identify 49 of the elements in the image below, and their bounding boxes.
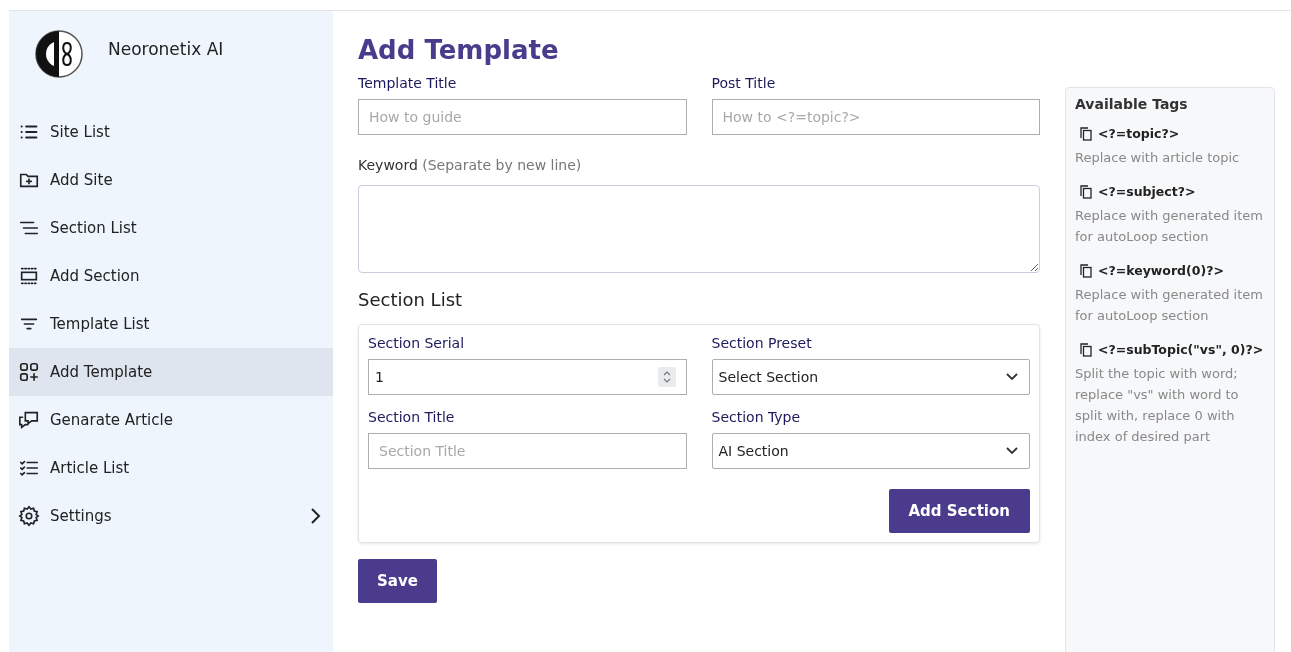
page-title: Add Template bbox=[358, 35, 560, 65]
field-label: Section Serial bbox=[368, 335, 466, 351]
field-label: Post Title bbox=[711, 75, 777, 91]
copy-icon[interactable] bbox=[1080, 184, 1092, 199]
field-hint: (Separate by new line) bbox=[422, 157, 582, 173]
number-field[interactable]: 1 bbox=[368, 359, 687, 395]
sidebar-item[interactable]: Template List bbox=[9, 300, 333, 348]
sidebar-item[interactable]: Settings bbox=[9, 492, 333, 540]
field-label: Section Type bbox=[711, 409, 802, 425]
save-button[interactable]: Save bbox=[358, 559, 437, 603]
sidebar-item[interactable]: Add Section bbox=[9, 252, 333, 300]
input-field[interactable]: How to <?=topic?> bbox=[711, 99, 1040, 135]
field-label: Template Title bbox=[358, 75, 458, 91]
tag-code: <?=keyword(0)?> bbox=[1098, 263, 1224, 278]
tag-code: <?=subject?> bbox=[1098, 184, 1196, 199]
add-section-button[interactable]: Add Section bbox=[888, 489, 1030, 533]
sidebar-item[interactable]: Add Site bbox=[9, 156, 333, 204]
spinner-icon bbox=[657, 367, 676, 387]
tag-description: Replace with generated item for autoLoop section bbox=[1075, 286, 1264, 325]
dotted-box-icon bbox=[18, 265, 40, 287]
tag-description: Replace with generated item for autoLoop section bbox=[1075, 207, 1264, 246]
field-label: Section Preset bbox=[711, 335, 813, 351]
tag-description: Replace with article topic bbox=[1075, 149, 1241, 167]
sidebar-item[interactable]: Add Template bbox=[9, 348, 333, 396]
section-heading: Section List bbox=[358, 289, 464, 310]
chevron-down-icon bbox=[1005, 446, 1019, 456]
grid-plus-icon bbox=[18, 361, 40, 383]
brand-name: Neoronetix AI bbox=[108, 39, 224, 59]
tag-code: <?=topic?> bbox=[1098, 126, 1180, 141]
panel-title: Available Tags bbox=[1075, 96, 1189, 112]
sidebar-item[interactable]: Section List bbox=[9, 204, 333, 252]
sidebar-item[interactable]: Article List bbox=[9, 444, 333, 492]
logo-icon bbox=[34, 29, 84, 79]
gear-icon bbox=[18, 505, 40, 527]
select-field[interactable]: AI Section bbox=[711, 433, 1030, 469]
sidebar-item[interactable]: Genarate Article bbox=[9, 396, 333, 444]
select-field[interactable]: Select Section bbox=[711, 359, 1030, 395]
input-field[interactable]: Section Title bbox=[368, 433, 687, 469]
copy-icon[interactable] bbox=[1080, 342, 1092, 357]
input-field[interactable]: How to guide bbox=[358, 99, 687, 135]
sidebar-item[interactable]: Site List bbox=[9, 108, 333, 156]
chat-icon bbox=[18, 409, 40, 431]
copy-icon[interactable] bbox=[1080, 263, 1092, 278]
field-label: Section Title bbox=[368, 409, 456, 425]
copy-icon[interactable] bbox=[1080, 126, 1092, 141]
chevron-down-icon bbox=[1005, 372, 1019, 382]
tag-code: <?=subTopic("vs", 0)?> bbox=[1098, 342, 1264, 357]
field-label: Keyword bbox=[358, 157, 418, 173]
tag-description: Split the topic with word; replace "vs" with word to split with, replace 0 with index of desired part bbox=[1075, 365, 1240, 446]
